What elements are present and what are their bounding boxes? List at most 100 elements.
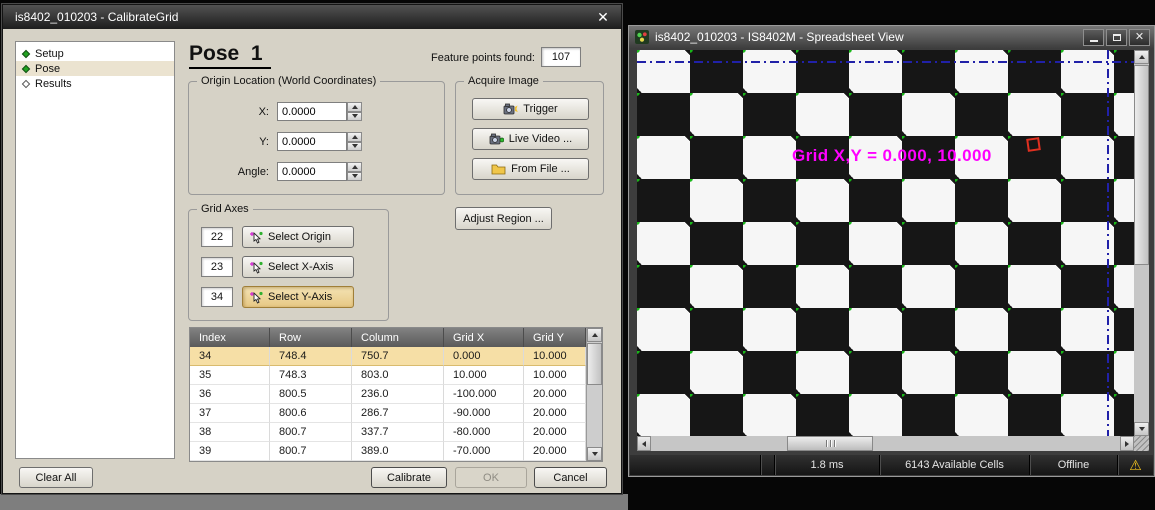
y-spinner: [347, 132, 362, 151]
status-connection: Offline: [1029, 455, 1117, 475]
scroll-up-button[interactable]: [587, 328, 602, 342]
col-header-column: Column: [352, 328, 444, 347]
col-header-row: Row: [270, 328, 352, 347]
down-arrow-icon: [1139, 427, 1145, 431]
down-arrow-icon: [352, 174, 358, 178]
live-video-button[interactable]: Live Video ...: [472, 128, 589, 150]
cell-row: 748.4: [270, 347, 352, 366]
tree-item-results[interactable]: Results: [16, 76, 174, 91]
scroll-thumb[interactable]: [587, 343, 602, 385]
table-body: Index Row Column Grid X Grid Y 34 748.4 …: [190, 328, 586, 461]
origin-cell-ref[interactable]: 22: [201, 227, 233, 247]
cell-column: 389.0: [352, 442, 444, 461]
angle-input[interactable]: [277, 162, 347, 181]
close-icon[interactable]: ✕: [585, 5, 621, 29]
selected-point-marker: [1026, 137, 1041, 152]
trigger-button[interactable]: Trigger: [472, 98, 589, 120]
select-y-axis-button[interactable]: Select Y-Axis: [242, 286, 354, 308]
cell-index: 37: [190, 404, 270, 423]
col-header-grid-x: Grid X: [444, 328, 524, 347]
maximize-icon[interactable]: [1106, 29, 1127, 46]
table-row[interactable]: 34 748.4 750.7 0.000 10.000: [190, 347, 586, 366]
cell-index: 38: [190, 423, 270, 442]
table-header-row: Index Row Column Grid X Grid Y: [190, 328, 586, 347]
origin-location-group: Origin Location (World Coordinates) X: Y…: [188, 81, 445, 195]
y-axis-row: 34 Select Y-Axis: [201, 286, 354, 308]
spin-down-button[interactable]: [347, 172, 362, 182]
table-row[interactable]: 37 800.6 286.7 -90.000 20.000: [190, 404, 586, 423]
scroll-thumb[interactable]: [1134, 65, 1149, 265]
green-diamond-icon: [22, 64, 30, 72]
scroll-down-button[interactable]: [587, 447, 602, 461]
cell-column: 286.7: [352, 404, 444, 423]
right-arrow-icon: [1125, 441, 1129, 447]
angle-spinner: [347, 162, 362, 181]
cell-grid-y: 20.000: [524, 404, 586, 423]
y-input[interactable]: [277, 132, 347, 151]
select-pointer-icon: [249, 291, 263, 304]
scroll-up-button[interactable]: [1134, 50, 1149, 64]
warning-icon[interactable]: ⚠: [1117, 455, 1153, 475]
select-origin-label: Select Origin: [268, 231, 331, 243]
x-axis-cell-ref[interactable]: 23: [201, 257, 233, 277]
table-row[interactable]: 35 748.3 803.0 10.000 10.000: [190, 366, 586, 385]
select-y-axis-label: Select Y-Axis: [268, 291, 332, 303]
cell-column: 750.7: [352, 347, 444, 366]
spin-up-button[interactable]: [347, 132, 362, 142]
cell-grid-x: 0.000: [444, 347, 524, 366]
cell-row: 800.7: [270, 423, 352, 442]
adjust-region-button[interactable]: Adjust Region ...: [455, 207, 552, 230]
x-spinner: [347, 102, 362, 121]
spin-up-button[interactable]: [347, 162, 362, 172]
spin-down-button[interactable]: [347, 112, 362, 122]
table-row[interactable]: 39 800.7 389.0 -70.000 20.000: [190, 442, 586, 461]
calibrate-body: Setup Pose Results Pose 1 Feature points…: [3, 29, 621, 493]
up-arrow-icon: [352, 165, 358, 169]
minimize-icon[interactable]: [1083, 29, 1104, 46]
spreadsheet-titlebar[interactable]: is8402_010203 - IS8402M - Spreadsheet Vi…: [629, 26, 1154, 48]
scroll-down-button[interactable]: [1134, 422, 1149, 436]
from-file-button[interactable]: From File ...: [472, 158, 589, 180]
horizontal-scrollbar[interactable]: [637, 436, 1134, 451]
table-scrollbar[interactable]: [586, 328, 602, 461]
camera-icon: [503, 103, 518, 115]
calibrate-button[interactable]: Calibrate: [371, 467, 447, 488]
table-row[interactable]: 36 800.5 236.0 -100.000 20.000: [190, 385, 586, 404]
cell-grid-x: -100.000: [444, 385, 524, 404]
cancel-button[interactable]: Cancel: [534, 467, 607, 488]
pose-title: Pose 1: [189, 42, 271, 69]
close-icon[interactable]: ✕: [1129, 29, 1150, 46]
resize-grip[interactable]: [1134, 436, 1149, 451]
up-arrow-icon: [592, 333, 598, 337]
scroll-left-button[interactable]: [637, 436, 651, 451]
cell-grid-x: -80.000: [444, 423, 524, 442]
folder-icon: [491, 163, 506, 175]
status-bar: 1.8 ms 6143 Available Cells Offline ⚠: [630, 455, 1153, 475]
y-label: Y:: [195, 136, 277, 148]
scroll-right-button[interactable]: [1120, 436, 1134, 451]
clear-all-button[interactable]: Clear All: [19, 467, 93, 488]
table-row[interactable]: 38 800.7 337.7 -80.000 20.000: [190, 423, 586, 442]
ok-label: OK: [483, 472, 499, 484]
cell-index: 36: [190, 385, 270, 404]
image-canvas-checkerboard[interactable]: Grid X,Y = 0.000, 10.000: [637, 50, 1134, 436]
cell-column: 803.0: [352, 366, 444, 385]
tree-item-setup[interactable]: Setup: [16, 46, 174, 61]
live-video-label: Live Video ...: [509, 133, 572, 145]
hollow-diamond-icon: [22, 79, 30, 87]
cell-index: 39: [190, 442, 270, 461]
vertical-scrollbar[interactable]: [1134, 50, 1149, 436]
tree-item-pose[interactable]: Pose: [16, 61, 174, 76]
up-arrow-icon: [1139, 55, 1145, 59]
select-x-axis-button[interactable]: Select X-Axis: [242, 256, 354, 278]
cell-row: 800.7: [270, 442, 352, 461]
x-input[interactable]: [277, 102, 347, 121]
scroll-thumb[interactable]: [787, 436, 873, 451]
select-pointer-icon: [249, 231, 263, 244]
spin-down-button[interactable]: [347, 142, 362, 152]
spin-up-button[interactable]: [347, 102, 362, 112]
select-origin-button[interactable]: Select Origin: [242, 226, 354, 248]
calibrate-titlebar[interactable]: is8402_010203 - CalibrateGrid ✕: [3, 5, 621, 29]
cell-index: 35: [190, 366, 270, 385]
y-axis-cell-ref[interactable]: 34: [201, 287, 233, 307]
